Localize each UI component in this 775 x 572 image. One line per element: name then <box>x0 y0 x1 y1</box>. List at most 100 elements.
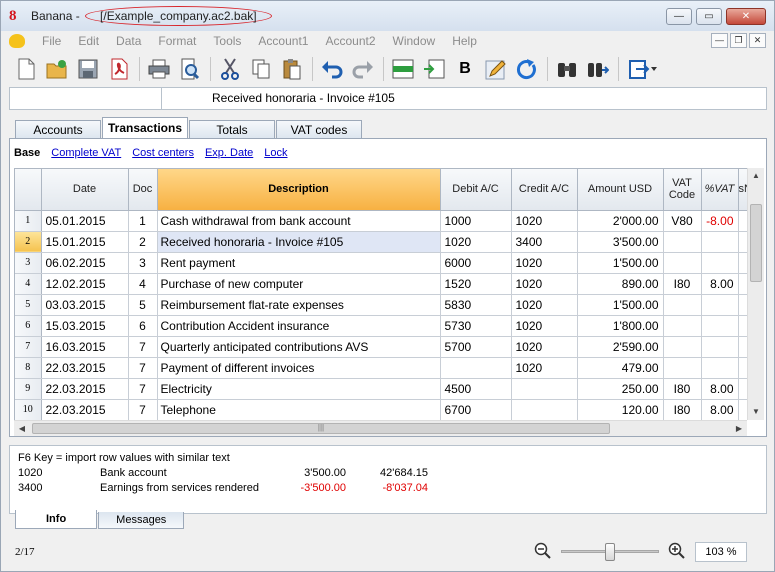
vat-code-cell[interactable]: V80 <box>663 210 702 232</box>
scroll-down-arrow-icon[interactable]: ▼ <box>748 404 764 420</box>
find-button[interactable] <box>554 56 580 82</box>
column-header-doc[interactable]: Doc <box>128 169 158 211</box>
new-file-button[interactable] <box>13 56 39 82</box>
description-cell[interactable]: Reimbursement flat-rate expenses <box>157 294 441 316</box>
amount-cell[interactable]: 3'500.00 <box>577 231 664 253</box>
table-row[interactable]: 10 22.03.2015 7 Telephone 6700 120.00 I80 8.00 <box>15 399 747 420</box>
copy-button[interactable] <box>248 56 274 82</box>
description-cell[interactable]: Electricity <box>157 378 441 400</box>
edit-button[interactable] <box>483 56 509 82</box>
view-cost-centers[interactable]: Cost centers <box>132 147 194 159</box>
redo-button[interactable] <box>350 56 376 82</box>
view-lock[interactable]: Lock <box>264 147 287 159</box>
row-number-cell[interactable]: 7 <box>15 336 42 358</box>
menu-file[interactable]: File <box>42 34 61 48</box>
vat-percent-cell[interactable]: 8.00 <box>701 378 739 400</box>
table-row[interactable]: 1 05.01.2015 1 Cash withdrawal from bank ac… <box>15 210 747 232</box>
table-row[interactable]: 5 03.03.2015 5 Reimbursement flat-rate expe… <box>15 294 747 316</box>
doc-cell[interactable]: 7 <box>128 378 158 400</box>
row-number-cell[interactable]: 2 <box>15 231 42 253</box>
credit-cell[interactable] <box>511 378 578 400</box>
debit-cell[interactable]: 6700 <box>440 399 512 420</box>
scroll-right-arrow-icon[interactable]: ▶ <box>731 421 747 436</box>
debit-cell[interactable]: 1000 <box>440 210 512 232</box>
zoom-out-icon[interactable] <box>534 542 552 560</box>
doc-close-button[interactable]: ✕ <box>749 33 766 48</box>
date-cell[interactable]: 22.03.2015 <box>41 399 129 420</box>
vat-percent-cell[interactable]: -8.00 <box>701 210 739 232</box>
vat-code-cell[interactable]: I80 <box>663 378 702 400</box>
vat-percent-cell[interactable]: 8.00 <box>701 273 739 295</box>
next-column-cell[interactable] <box>738 231 747 253</box>
vat-percent-cell[interactable] <box>701 252 739 274</box>
credit-cell[interactable]: 1020 <box>511 357 578 379</box>
vat-percent-cell[interactable] <box>701 357 739 379</box>
view-base[interactable]: Base <box>14 147 40 159</box>
vat-code-cell[interactable] <box>663 336 702 358</box>
horizontal-scroll-thumb[interactable]: ||| <box>32 423 610 434</box>
view-exp-date[interactable]: Exp. Date <box>205 147 253 159</box>
menu-tools[interactable]: Tools <box>213 34 241 48</box>
date-cell[interactable]: 03.03.2015 <box>41 294 129 316</box>
vat-code-cell[interactable] <box>663 252 702 274</box>
tab-accounts[interactable]: Accounts <box>15 120 101 139</box>
description-cell[interactable]: Payment of different invoices <box>157 357 441 379</box>
scroll-left-arrow-icon[interactable]: ◀ <box>14 421 30 436</box>
add-rows-button[interactable] <box>390 56 416 82</box>
horizontal-scrollbar[interactable]: ◀ ||| ▶ <box>14 420 747 436</box>
debit-cell[interactable] <box>440 357 512 379</box>
view-complete-vat[interactable]: Complete VAT <box>51 147 121 159</box>
amount-cell[interactable]: 120.00 <box>577 399 664 420</box>
print-button[interactable] <box>146 56 172 82</box>
cell-content-input[interactable]: Received honoraria - Invoice #105 <box>162 88 395 109</box>
date-cell[interactable]: 16.03.2015 <box>41 336 129 358</box>
table-row[interactable]: 4 12.02.2015 4 Purchase of new computer 1520… <box>15 273 747 295</box>
table-row[interactable]: 8 22.03.2015 7 Payment of different invoice… <box>15 357 747 379</box>
doc-cell[interactable]: 6 <box>128 315 158 337</box>
column-header-vat-code[interactable]: VAT Code <box>663 169 702 211</box>
minimize-button[interactable]: — <box>666 8 692 25</box>
tab-vat-codes[interactable]: VAT codes <box>276 120 362 139</box>
description-cell[interactable]: Purchase of new computer <box>157 273 441 295</box>
table-row[interactable]: 6 15.03.2015 6 Contribution Accident insura… <box>15 315 747 337</box>
next-column-cell[interactable] <box>738 399 747 420</box>
vat-code-cell[interactable] <box>663 231 702 253</box>
date-cell[interactable]: 15.01.2015 <box>41 231 129 253</box>
debit-cell[interactable]: 1520 <box>440 273 512 295</box>
column-header-credit[interactable]: Credit A/C <box>511 169 578 211</box>
vat-percent-cell[interactable] <box>701 336 739 358</box>
vat-percent-cell[interactable] <box>701 231 739 253</box>
cut-button[interactable] <box>217 56 243 82</box>
vertical-scrollbar[interactable]: ▲ ▼ <box>747 168 764 420</box>
vat-code-cell[interactable]: I80 <box>663 273 702 295</box>
debit-cell[interactable]: 5830 <box>440 294 512 316</box>
doc-minimize-button[interactable]: — <box>711 33 728 48</box>
amount-cell[interactable]: 2'590.00 <box>577 336 664 358</box>
credit-cell[interactable]: 3400 <box>511 231 578 253</box>
menu-format[interactable]: Format <box>158 34 196 48</box>
debit-cell[interactable]: 5700 <box>440 336 512 358</box>
next-column-cell[interactable] <box>738 210 747 232</box>
amount-cell[interactable]: 479.00 <box>577 357 664 379</box>
insert-rows-button[interactable] <box>421 56 447 82</box>
vat-code-cell[interactable] <box>663 357 702 379</box>
description-cell[interactable]: Received honoraria - Invoice #105 <box>157 231 441 253</box>
description-cell[interactable]: Quarterly anticipated contributions AVS <box>157 336 441 358</box>
credit-cell[interactable]: 1020 <box>511 294 578 316</box>
row-number-cell[interactable]: 6 <box>15 315 42 337</box>
debit-cell[interactable]: 4500 <box>440 378 512 400</box>
vat-percent-cell[interactable] <box>701 315 739 337</box>
column-header-debit[interactable]: Debit A/C <box>440 169 512 211</box>
table-row[interactable]: 9 22.03.2015 7 Electricity 4500 250.00 I80 8.00 <box>15 378 747 400</box>
doc-cell[interactable]: 2 <box>128 231 158 253</box>
row-number-cell[interactable]: 1 <box>15 210 42 232</box>
credit-cell[interactable]: 1020 <box>511 210 578 232</box>
menu-window[interactable]: Window <box>393 34 436 48</box>
tab-transactions[interactable]: Transactions <box>102 117 188 138</box>
go-to-button[interactable] <box>625 56 661 82</box>
column-header-amount[interactable]: Amount USD <box>577 169 664 211</box>
row-number-cell[interactable]: 4 <box>15 273 42 295</box>
paste-button[interactable] <box>279 56 305 82</box>
banana-menu-icon[interactable] <box>9 34 25 48</box>
zoom-level-field[interactable]: 103 % <box>695 542 747 562</box>
